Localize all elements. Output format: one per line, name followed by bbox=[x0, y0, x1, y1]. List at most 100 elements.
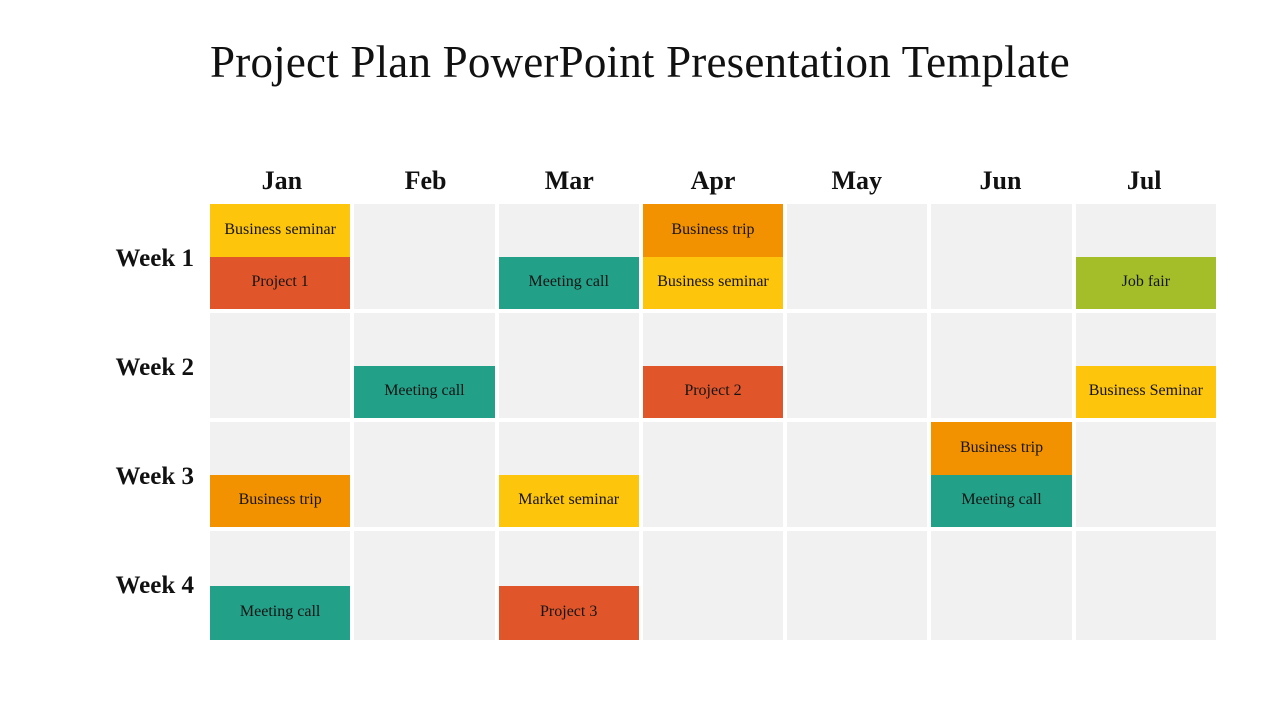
empty-slot bbox=[354, 586, 494, 641]
task-bar[interactable]: Business Seminar bbox=[1075, 365, 1216, 418]
empty-slot bbox=[499, 204, 639, 257]
empty-slot bbox=[787, 366, 927, 419]
task-label: Business trip bbox=[671, 220, 755, 238]
empty-slot bbox=[931, 586, 1071, 641]
empty-slot bbox=[787, 531, 927, 586]
empty-slot bbox=[499, 531, 639, 586]
empty-slot bbox=[210, 366, 350, 419]
task-bar[interactable]: Meeting call bbox=[354, 365, 495, 418]
gantt-cell: Business trip Business seminar bbox=[642, 204, 788, 313]
task-label: Project 3 bbox=[540, 603, 598, 621]
gantt-body: Week 1 Business seminar Project 1 Meeting c… bbox=[88, 204, 1216, 640]
empty-slot bbox=[1076, 586, 1216, 641]
gantt-cell: Business seminar Project 1 bbox=[210, 204, 355, 313]
week-label-1: Week 1 bbox=[115, 244, 194, 272]
task-label: Project 1 bbox=[251, 273, 309, 291]
task-bar[interactable]: Project 1 bbox=[210, 256, 351, 309]
gantt-cell bbox=[787, 204, 932, 313]
empty-slot bbox=[210, 313, 350, 366]
task-bar[interactable]: Job fair bbox=[1075, 256, 1216, 309]
week-label-2: Week 2 bbox=[115, 353, 194, 381]
empty-slot bbox=[354, 475, 494, 528]
task-bar[interactable]: Business trip bbox=[642, 204, 784, 257]
empty-slot bbox=[787, 257, 927, 310]
task-bar[interactable]: Meeting call bbox=[498, 256, 639, 309]
gantt-cell: Market seminar bbox=[498, 422, 643, 531]
empty-slot bbox=[931, 313, 1071, 366]
header-corner-spacer bbox=[88, 158, 210, 204]
task-label: Business trip bbox=[238, 491, 322, 509]
gantt-cell bbox=[1075, 422, 1216, 531]
month-header-row: Jan Feb Mar Apr May Jun Jul bbox=[88, 158, 1216, 204]
task-bar[interactable]: Business seminar bbox=[642, 256, 784, 309]
gantt-cell bbox=[642, 422, 788, 531]
task-label: Business Seminar bbox=[1088, 382, 1203, 400]
gantt-cell bbox=[931, 204, 1076, 313]
empty-slot bbox=[354, 531, 494, 586]
empty-slot bbox=[787, 313, 927, 366]
gantt-cell: Meeting call bbox=[354, 313, 499, 422]
task-bar[interactable]: Market seminar bbox=[498, 474, 639, 527]
task-label: Meeting call bbox=[239, 603, 321, 621]
month-header-feb: Feb bbox=[404, 166, 447, 195]
task-bar[interactable]: Meeting call bbox=[210, 585, 351, 640]
empty-slot bbox=[499, 422, 639, 475]
gantt-cell bbox=[931, 313, 1076, 422]
week-row: Week 2 Meeting call Project 2 Business Semi… bbox=[88, 313, 1216, 422]
gantt-cell bbox=[1075, 531, 1216, 641]
gantt-cell bbox=[787, 422, 932, 531]
gantt-cell: Meeting call bbox=[498, 204, 643, 313]
task-bar[interactable]: Business trip bbox=[210, 474, 351, 527]
week-row: Week 4 Meeting call Project 3 bbox=[88, 531, 1216, 640]
empty-slot bbox=[643, 422, 783, 475]
gantt-cell bbox=[354, 422, 499, 531]
gantt-chart: Jan Feb Mar Apr May Jun Jul Week 1 Business sem… bbox=[88, 158, 1216, 658]
empty-slot bbox=[787, 586, 927, 641]
gantt-cell: Meeting call bbox=[210, 531, 355, 640]
empty-slot bbox=[1076, 475, 1216, 528]
empty-slot bbox=[1076, 422, 1216, 475]
task-label: Job fair bbox=[1121, 273, 1171, 291]
week-row: Week 1 Business seminar Project 1 Meeting c… bbox=[88, 204, 1216, 313]
gantt-cell bbox=[498, 313, 643, 422]
gantt-cell: Business Seminar bbox=[1075, 313, 1216, 422]
empty-slot bbox=[354, 204, 494, 257]
empty-slot bbox=[499, 313, 639, 366]
month-header-apr: Apr bbox=[690, 166, 736, 195]
empty-slot bbox=[643, 531, 783, 586]
task-label: Market seminar bbox=[518, 491, 620, 509]
empty-slot bbox=[787, 204, 927, 257]
gantt-cell: Job fair bbox=[1075, 204, 1216, 313]
task-label: Business seminar bbox=[224, 220, 336, 238]
task-label: Business seminar bbox=[657, 273, 769, 291]
empty-slot bbox=[931, 531, 1071, 586]
gantt-cell bbox=[354, 531, 499, 641]
empty-slot bbox=[354, 313, 494, 366]
task-bar[interactable]: Project 3 bbox=[498, 585, 639, 640]
empty-slot bbox=[931, 366, 1071, 419]
empty-slot bbox=[931, 257, 1071, 310]
gantt-cell: Business trip bbox=[210, 422, 355, 531]
gantt-cell: Business trip Meeting call bbox=[931, 422, 1076, 531]
task-label: Project 2 bbox=[684, 382, 742, 400]
empty-slot bbox=[931, 204, 1071, 257]
task-bar[interactable]: Project 2 bbox=[642, 365, 784, 418]
task-bar[interactable]: Meeting call bbox=[931, 474, 1072, 527]
week-label-4: Week 4 bbox=[115, 571, 194, 599]
empty-slot bbox=[787, 475, 927, 528]
page-title: Project Plan PowerPoint Presentation Tem… bbox=[210, 37, 1070, 87]
month-header-jun: Jun bbox=[979, 166, 1022, 195]
slide: Project Plan PowerPoint Presentation Tem… bbox=[0, 0, 1280, 720]
gantt-cell bbox=[642, 531, 788, 641]
gantt-cell bbox=[354, 204, 499, 313]
task-bar[interactable]: Business seminar bbox=[210, 204, 351, 257]
gantt-cell bbox=[787, 531, 932, 641]
task-bar[interactable]: Business trip bbox=[931, 422, 1072, 475]
empty-slot bbox=[643, 586, 783, 641]
empty-slot bbox=[499, 366, 639, 419]
gantt-cell bbox=[210, 313, 355, 422]
empty-slot bbox=[643, 313, 783, 366]
empty-slot bbox=[1076, 531, 1216, 586]
empty-slot bbox=[354, 257, 494, 310]
empty-slot bbox=[1076, 204, 1216, 257]
